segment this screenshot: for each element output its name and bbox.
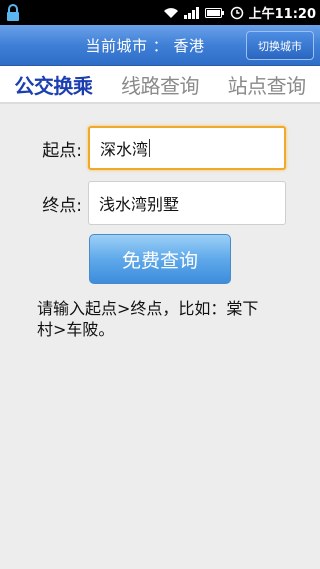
signal-icon xyxy=(183,6,199,19)
start-input-value: 深水湾 xyxy=(100,140,149,159)
title-bar: 当前城市 ： 香港 切换城市 xyxy=(0,25,320,66)
tab-transfer[interactable]: 公交换乘 xyxy=(0,70,107,99)
tab-stop-query[interactable]: 站点查询 xyxy=(213,70,320,99)
status-time: 上午11:20 xyxy=(248,7,316,22)
free-query-button[interactable]: 免费查询 xyxy=(89,234,231,284)
end-label: 终点: xyxy=(42,195,82,216)
end-row: 终点: 浅水湾别墅 xyxy=(0,179,320,227)
switch-city-button[interactable]: 切换城市 xyxy=(246,31,314,60)
query-row: 免费查询 xyxy=(0,234,320,284)
main-content: 起点: 深水湾 终点: 浅水湾别墅 免费查询 请输入起点>终点，比如：棠下村>车… xyxy=(0,104,320,340)
end-input-value: 浅水湾别墅 xyxy=(99,195,180,214)
lock-icon xyxy=(7,3,19,21)
battery-icon xyxy=(204,7,224,18)
tab-line-query[interactable]: 线路查询 xyxy=(107,70,214,99)
status-bar: 上午11:20 xyxy=(0,0,320,25)
text-cursor xyxy=(149,139,151,157)
hint-text: 请输入起点>终点，比如：棠下村>车陂。 xyxy=(37,299,259,339)
start-input[interactable]: 深水湾 xyxy=(88,126,286,170)
wifi-icon xyxy=(163,7,178,18)
start-row: 起点: 深水湾 xyxy=(0,124,320,172)
alarm-icon xyxy=(230,6,243,19)
start-label: 起点: xyxy=(42,140,82,161)
end-input[interactable]: 浅水湾别墅 xyxy=(88,181,286,225)
tab-bar: 公交换乘 线路查询 站点查询 xyxy=(0,66,320,104)
